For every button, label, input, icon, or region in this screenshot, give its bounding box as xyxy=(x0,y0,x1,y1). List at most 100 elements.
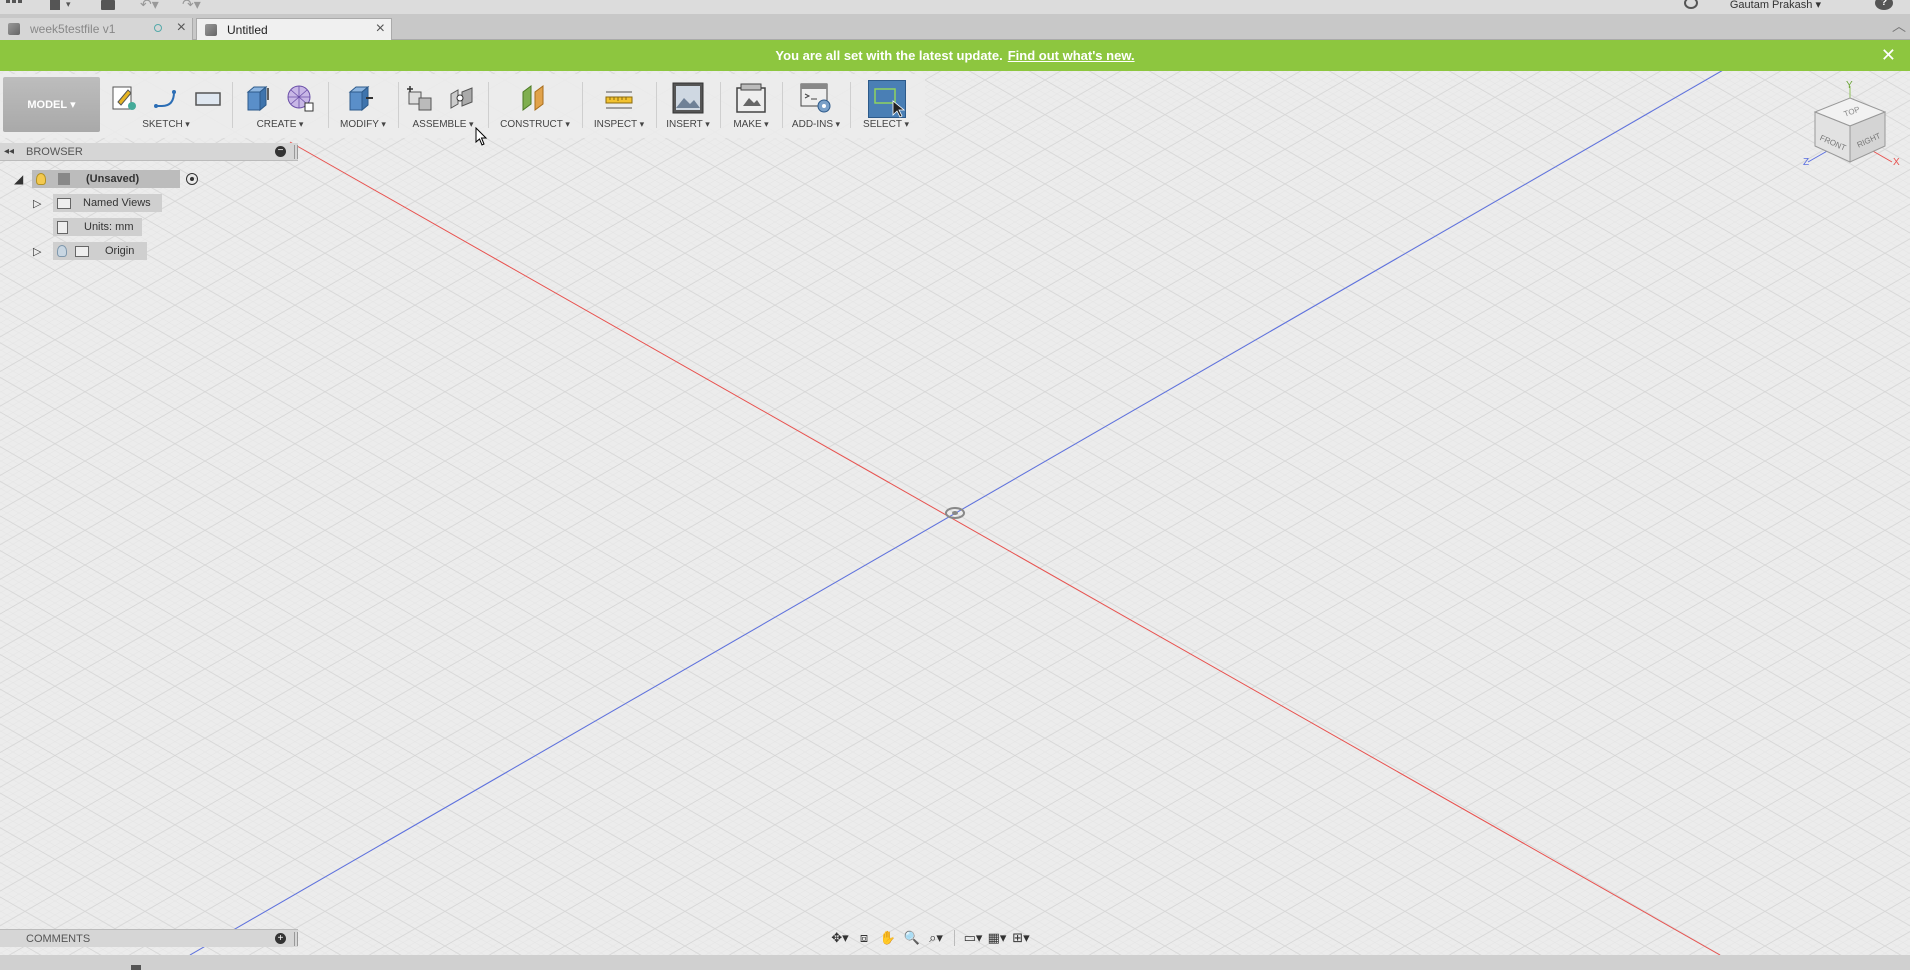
expand-triangle-icon[interactable]: ▷ xyxy=(33,197,53,210)
press-pull-icon[interactable] xyxy=(346,84,374,112)
inspect-group[interactable]: INSPECT xyxy=(588,74,650,138)
help-icon[interactable]: ? xyxy=(1875,0,1893,10)
assemble-group[interactable]: ASSEMBLE xyxy=(404,74,482,138)
collapse-panel-icon[interactable]: ◂◂ xyxy=(0,146,18,157)
save-icon[interactable] xyxy=(101,0,117,12)
sketch-group[interactable]: SKETCH xyxy=(106,74,226,138)
browser-title: BROWSER xyxy=(26,145,83,158)
close-banner-icon[interactable]: ✕ xyxy=(1881,45,1896,66)
timeline-icon[interactable] xyxy=(131,965,141,970)
mouse-cursor-icon xyxy=(475,127,488,146)
origin-label: Origin xyxy=(105,245,135,257)
canvas-viewport[interactable] xyxy=(0,71,1910,955)
browser-panel-header: ◂◂ BROWSER − xyxy=(0,143,298,161)
toolbar-divider xyxy=(328,82,329,128)
pan-icon[interactable]: ✋ xyxy=(878,930,898,946)
minimize-browser-icon[interactable]: − xyxy=(275,146,286,157)
make-group[interactable]: MAKE xyxy=(726,74,776,138)
document-icon xyxy=(8,23,20,35)
look-at-icon[interactable]: ⧈ xyxy=(854,930,874,946)
units-document-icon xyxy=(57,220,68,234)
create-menu-label[interactable]: CREATE xyxy=(238,119,322,130)
new-component-icon[interactable] xyxy=(406,84,434,112)
fit-icon[interactable]: ⌕▾ xyxy=(926,930,946,946)
measure-icon[interactable] xyxy=(605,84,633,112)
folder-icon xyxy=(57,197,71,209)
viewcube[interactable]: Y Z X TOP FRONT RIGHT xyxy=(1800,80,1910,190)
insert-menu-label[interactable]: INSERT xyxy=(662,119,714,130)
expand-triangle-icon[interactable]: ▷ xyxy=(33,245,53,258)
application-bar: ▾ ↶▾ ↷▾ Gautam Prakash ▾ ? xyxy=(0,0,1910,14)
grid-snaps-icon[interactable]: ▦▾ xyxy=(987,930,1007,946)
toolbar-divider xyxy=(720,82,721,128)
browser-item-named-views[interactable]: ▷ Named Views xyxy=(33,194,162,212)
panel-resize-handle[interactable] xyxy=(294,145,298,159)
chevron-up-icon[interactable]: ︿ xyxy=(1892,16,1906,36)
select-icon[interactable] xyxy=(868,80,906,118)
modify-menu-label[interactable]: MODIFY xyxy=(334,119,392,130)
select-group[interactable]: SELECT xyxy=(856,74,916,138)
browser-item-units[interactable]: Units: mm xyxy=(53,218,142,236)
form-icon[interactable] xyxy=(286,84,314,112)
workspace-switcher-button[interactable]: MODEL ▾ xyxy=(3,77,100,132)
user-name: Gautam Prakash xyxy=(1729,0,1813,11)
joint-icon[interactable] xyxy=(448,84,476,112)
extrude-icon[interactable] xyxy=(244,84,272,112)
toolbar-divider xyxy=(850,82,851,128)
redo-icon[interactable]: ↷▾ xyxy=(182,0,212,12)
browser-item-origin[interactable]: ▷ Origin xyxy=(33,242,147,260)
3d-print-icon[interactable] xyxy=(735,82,767,114)
user-account-menu[interactable]: Gautam Prakash ▾ xyxy=(1730,0,1821,11)
sync-status-icon xyxy=(154,24,162,32)
construct-group[interactable]: CONSTRUCT xyxy=(494,74,576,138)
rectangle-icon[interactable] xyxy=(194,84,222,112)
browser-root-node[interactable]: ◢ (Unsaved) xyxy=(14,170,198,188)
assemble-menu-label[interactable]: ASSEMBLE xyxy=(404,119,482,130)
make-menu-label[interactable]: MAKE xyxy=(726,119,776,130)
construct-menu-label[interactable]: CONSTRUCT xyxy=(494,119,576,130)
tab-label: Untitled xyxy=(227,22,268,37)
apps-grid-icon[interactable] xyxy=(6,0,24,12)
named-views-label: Named Views xyxy=(83,197,151,209)
close-tab-icon[interactable]: × xyxy=(376,20,385,38)
toolbar-divider xyxy=(782,82,783,128)
line-icon[interactable] xyxy=(152,84,180,112)
collapse-triangle-icon[interactable]: ◢ xyxy=(14,172,32,186)
inspect-menu-label[interactable]: INSPECT xyxy=(588,119,650,130)
undo-icon[interactable]: ↶▾ xyxy=(140,0,170,12)
orbit-icon[interactable]: ✥▾ xyxy=(830,930,850,946)
activate-component-icon[interactable] xyxy=(186,173,198,185)
offset-plane-icon[interactable] xyxy=(520,84,548,112)
modify-group[interactable]: MODIFY xyxy=(334,74,392,138)
create-sketch-icon[interactable] xyxy=(110,84,138,112)
insert-image-icon[interactable] xyxy=(672,82,704,114)
whats-new-link[interactable]: Find out what's new. xyxy=(1008,48,1135,63)
tab-label: week5testfile v1 xyxy=(30,22,116,36)
tab-week5testfile[interactable]: week5testfile v1 × xyxy=(0,18,193,40)
viewports-icon[interactable]: ⊞▾ xyxy=(1011,930,1031,946)
select-menu-label[interactable]: SELECT xyxy=(856,119,916,130)
visibility-bulb-icon[interactable] xyxy=(57,245,67,257)
scripts-addins-icon[interactable] xyxy=(800,82,832,114)
tab-untitled[interactable]: Untitled × xyxy=(196,18,392,40)
comments-panel-header: COMMENTS + xyxy=(0,929,298,947)
panel-resize-handle[interactable] xyxy=(294,932,298,946)
update-banner: You are all set with the latest update. … xyxy=(0,40,1910,71)
comments-title: COMMENTS xyxy=(26,932,91,945)
toolbar-divider xyxy=(582,82,583,128)
addins-group[interactable]: ADD-INS xyxy=(788,74,844,138)
file-menu-icon[interactable]: ▾ xyxy=(50,0,80,12)
root-label: (Unsaved) xyxy=(86,173,140,185)
create-group[interactable]: CREATE xyxy=(238,74,322,138)
visibility-bulb-icon[interactable] xyxy=(36,173,46,185)
component-icon xyxy=(58,173,70,185)
close-tab-icon[interactable]: × xyxy=(177,19,186,37)
sketch-menu-label[interactable]: SKETCH xyxy=(106,119,226,130)
job-status-icon[interactable] xyxy=(1684,0,1698,9)
insert-group[interactable]: INSERT xyxy=(662,74,714,138)
status-bar xyxy=(0,955,1910,970)
display-settings-icon[interactable]: ▭▾ xyxy=(963,930,983,946)
addins-menu-label[interactable]: ADD-INS xyxy=(788,119,844,130)
zoom-icon[interactable]: 🔍 xyxy=(902,930,922,946)
add-comment-icon[interactable]: + xyxy=(275,933,286,944)
